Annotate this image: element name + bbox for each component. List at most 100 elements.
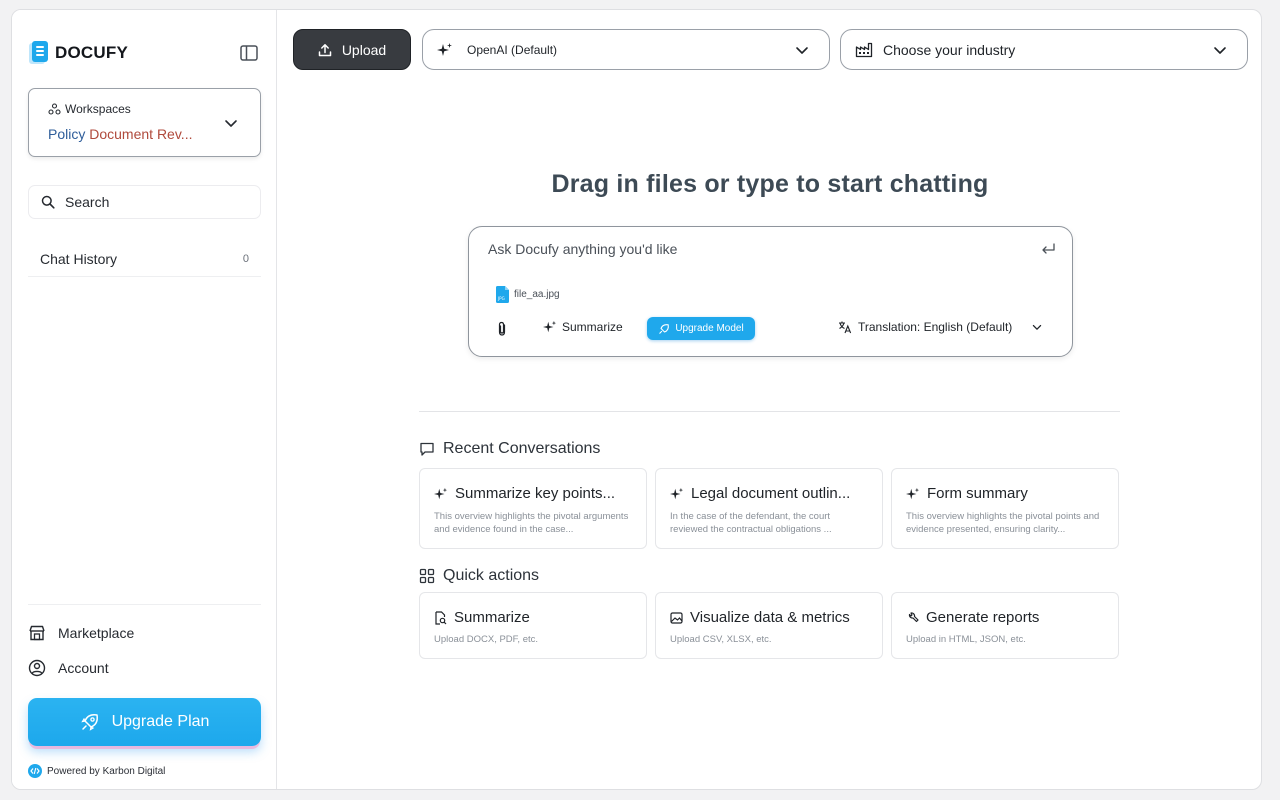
quick-action-summarize[interactable]: Summarize Upload DOCX, PDF, etc. — [419, 592, 647, 659]
sparkle-icon — [670, 487, 684, 499]
sparkle-icon — [437, 42, 452, 56]
card-title-text: Generate reports — [926, 609, 1040, 626]
attachment-name: file_aa.jpg — [514, 289, 560, 300]
card-title: Form summary — [906, 485, 1108, 502]
chat-composer: JPG file_aa.jpg Summarize — [468, 226, 1073, 357]
chevron-down-icon — [225, 120, 237, 127]
brand-name: DOCUFY — [55, 43, 128, 62]
workspace-name-part2: Document Rev... — [89, 126, 193, 142]
sparkle-icon — [906, 487, 920, 499]
chat-bubble-icon — [420, 442, 434, 456]
chat-history-label: Chat History — [40, 251, 118, 267]
karbon-logo-icon — [28, 764, 42, 778]
upgrade-plan-label: Upgrade Plan — [111, 713, 210, 730]
recent-conversation-card[interactable]: Legal document outlin... In the case of … — [655, 468, 883, 549]
workspace-name: Policy Document Rev... — [48, 126, 192, 142]
summarize-tool-label: Summarize — [562, 320, 623, 334]
workspace-label: Workspaces — [48, 102, 131, 116]
card-title: Generate reports — [906, 609, 1108, 626]
card-description: Upload DOCX, PDF, etc. — [434, 634, 539, 645]
rocket-icon — [80, 714, 98, 731]
nav-marketplace-label: Marketplace — [58, 625, 135, 641]
wrench-icon — [908, 612, 919, 623]
industry-dropdown[interactable]: Choose your industry — [840, 29, 1248, 70]
card-description: This overview highlights the pivotal poi… — [906, 511, 1100, 535]
workspace-name-part1: Policy — [48, 126, 86, 142]
translate-icon — [839, 321, 852, 334]
card-title: Summarize — [434, 609, 636, 626]
sidebar: DOCUFY Workspaces Policy Document Rev... — [12, 10, 277, 789]
card-description: Upload CSV, XLSX, etc. — [670, 634, 772, 645]
model-dropdown[interactable]: OpenAI (Default) — [422, 29, 830, 70]
chat-input[interactable] — [488, 241, 1028, 257]
main-area: Upload OpenAI (Default) Choose your indu… — [277, 10, 1261, 789]
user-circle-icon — [28, 659, 46, 677]
recent-conversations-title: Recent Conversations — [443, 440, 601, 457]
upload-icon — [318, 43, 332, 56]
translation-dropdown[interactable]: Translation: English (Default) — [838, 320, 1042, 334]
translation-label: Translation: English (Default) — [858, 320, 1013, 334]
sidebar-search[interactable]: Search — [28, 185, 261, 219]
app-window: DOCUFY Workspaces Policy Document Rev... — [11, 9, 1262, 790]
card-description: In the case of the defendant, the court … — [670, 511, 832, 535]
paperclip-icon[interactable] — [496, 321, 508, 337]
upload-label: Upload — [341, 41, 387, 58]
card-title: Visualize data & metrics — [670, 609, 872, 626]
nav-account-label: Account — [58, 660, 109, 676]
chevron-down-icon — [796, 47, 808, 54]
upload-button[interactable]: Upload — [293, 29, 411, 70]
recent-conversation-card[interactable]: Form summary This overview highlights th… — [891, 468, 1119, 549]
card-title-text: Visualize data & metrics — [690, 609, 850, 626]
search-icon — [41, 195, 55, 209]
quick-action-generate-reports[interactable]: Generate reports Upload in HTML, JSON, e… — [891, 592, 1119, 659]
sparkle-icon — [543, 320, 557, 333]
quick-action-visualize[interactable]: Visualize data & metrics Upload CSV, XLS… — [655, 592, 883, 659]
chevron-down-icon — [1214, 47, 1226, 54]
quick-actions-title: Quick actions — [443, 567, 540, 584]
summarize-tool[interactable]: Summarize — [543, 320, 623, 334]
card-title-text: Summarize — [454, 609, 530, 626]
store-icon — [29, 625, 45, 641]
image-icon — [670, 611, 683, 624]
doc-search-icon — [435, 610, 447, 625]
card-description: Upload in HTML, JSON, etc. — [906, 634, 1026, 645]
recent-conversation-card[interactable]: Summarize key points... This overview hi… — [419, 468, 647, 549]
upgrade-model-button[interactable]: Upgrade Model — [647, 317, 755, 340]
upgrade-plan-button[interactable]: Upgrade Plan — [28, 698, 261, 746]
card-title-text: Form summary — [927, 485, 1028, 502]
search-label: Search — [65, 194, 110, 210]
powered-by: Powered by Karbon Digital — [28, 764, 165, 778]
composer-toolbar: Summarize Upgrade Model Translation: Eng… — [469, 317, 1072, 341]
workspace-label-text: Workspaces — [65, 102, 131, 116]
section-divider — [419, 411, 1120, 412]
nav-account[interactable]: Account — [28, 656, 109, 680]
recent-conversations-heading: Recent Conversations — [419, 440, 600, 458]
svg-text:JPG: JPG — [497, 296, 505, 301]
factory-icon — [855, 42, 873, 57]
upgrade-model-label: Upgrade Model — [675, 323, 744, 334]
attachment-chip[interactable]: JPG file_aa.jpg — [496, 286, 560, 303]
enter-icon[interactable] — [1040, 242, 1056, 256]
chevron-down-icon — [1033, 324, 1042, 330]
model-dropdown-value: OpenAI (Default) — [467, 42, 558, 57]
docufy-logo-icon — [29, 41, 48, 64]
workspace-selector[interactable]: Workspaces Policy Document Rev... — [28, 88, 261, 157]
jpg-file-icon: JPG — [496, 286, 509, 303]
divider — [28, 604, 261, 605]
sidebar-toggle-icon[interactable] — [239, 43, 259, 63]
card-description: This overview highlights the pivotal arg… — [434, 511, 629, 535]
card-title: Summarize key points... — [434, 485, 636, 502]
nav-marketplace[interactable]: Marketplace — [28, 621, 134, 645]
quick-actions-heading: Quick actions — [419, 567, 539, 585]
brand: DOCUFY — [28, 40, 128, 66]
chat-history-count: 0 — [242, 253, 249, 265]
industry-dropdown-value: Choose your industry — [883, 41, 1016, 58]
page-headline: Drag in files or type to start chatting — [551, 170, 989, 198]
chat-history[interactable]: Chat History 0 — [28, 242, 261, 277]
rocket-icon — [659, 323, 670, 334]
powered-by-text: Powered by Karbon Digital — [47, 765, 166, 777]
grid-icon — [419, 568, 435, 584]
workspace-icon — [48, 103, 61, 115]
card-title-text: Legal document outlin... — [691, 485, 851, 502]
sparkle-icon — [434, 487, 448, 499]
